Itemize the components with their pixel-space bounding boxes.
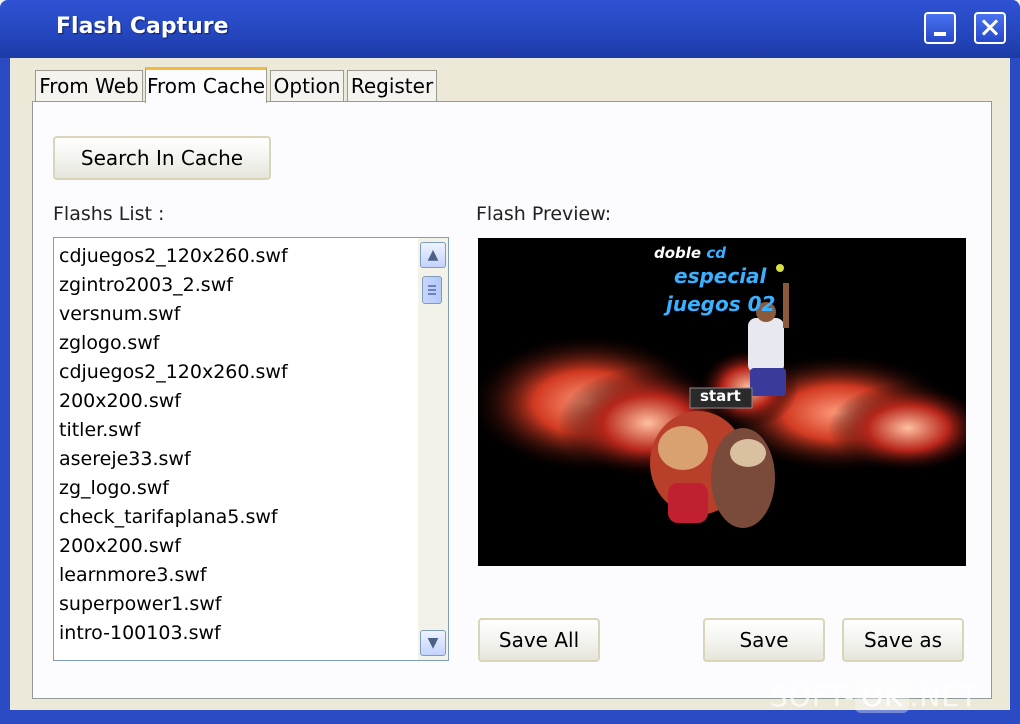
flash-preview: doble cd especial juegos 02 start [478,238,966,566]
list-scrollbar[interactable]: ▲ ▼ [418,238,448,660]
flash-list[interactable]: cdjuegos2_120x260.swf zgintro2003_2.swf … [53,237,449,661]
watermark: SOFT- OK .NET [770,680,979,713]
minimize-button[interactable] [924,12,956,44]
list-item[interactable]: zg_logo.swf [59,474,415,503]
list-item[interactable]: cdjuegos2_120x260.swf [59,242,415,271]
scroll-thumb[interactable] [422,276,442,304]
list-item[interactable]: zglogo.swf [59,329,415,358]
chevron-down-icon: ▼ [427,635,439,651]
list-item[interactable]: zgintro2003_2.swf [59,271,415,300]
flash-preview-label: Flash Preview: [476,203,612,225]
tab-register[interactable]: Register [347,70,437,102]
save-all-button[interactable]: Save All [478,618,600,662]
flash-list-items: cdjuegos2_120x260.swf zgintro2003_2.swf … [59,242,415,648]
list-item[interactable]: check_tarifaplana5.swf [59,503,415,532]
minimize-icon [934,32,946,36]
scroll-up-button[interactable]: ▲ [420,242,446,268]
preview-start-button: start [700,387,741,405]
preview-text-juegos: juegos 02 [666,292,776,316]
flash-list-label: Flashs List : [53,203,165,225]
tab-from-cache[interactable]: From Cache [145,67,267,103]
list-item[interactable]: cdjuegos2_120x260.swf [59,358,415,387]
title-bar[interactable]: Flash Capture [0,0,1020,58]
list-item[interactable]: asereje33.swf [59,445,415,474]
list-item[interactable]: 200x200.swf [59,532,415,561]
list-item[interactable]: intro-100103.swf [59,619,415,648]
preview-text-especial: especial [674,264,767,288]
tab-from-web[interactable]: From Web [35,70,143,102]
window-title: Flash Capture [56,14,229,39]
scroll-down-button[interactable]: ▼ [420,630,446,656]
chevron-up-icon: ▲ [427,247,439,263]
save-button[interactable]: Save [703,618,825,662]
close-button[interactable] [974,12,1006,44]
list-item[interactable]: learnmore3.swf [59,561,415,590]
list-item[interactable]: 200x200.swf [59,387,415,416]
tab-option[interactable]: Option [270,70,344,102]
search-in-cache-button[interactable]: Search In Cache [53,136,271,180]
save-as-button[interactable]: Save as [842,618,964,662]
preview-text-doble: doble cd [654,244,726,262]
list-item[interactable]: superpower1.swf [59,590,415,619]
list-item[interactable]: versnum.swf [59,300,415,329]
list-item[interactable]: titler.swf [59,416,415,445]
